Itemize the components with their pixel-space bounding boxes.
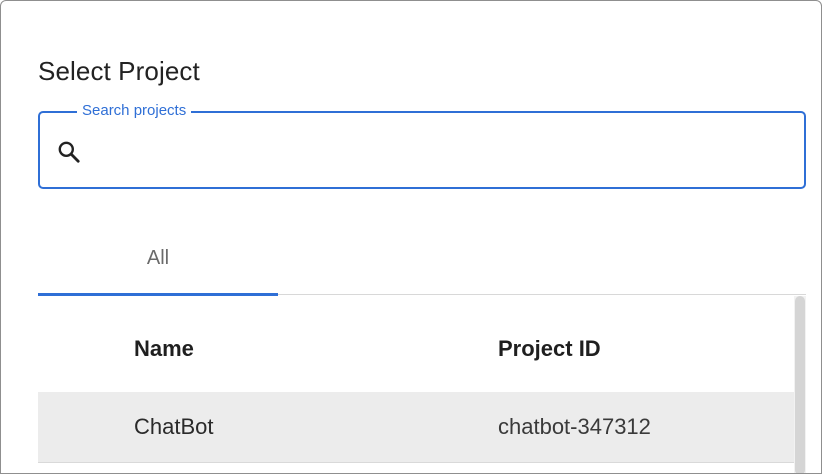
project-id-cell: chatbot-347312 <box>498 414 651 439</box>
dialog-title: Select Project <box>38 56 200 86</box>
projects-table: Name Project ID ChatBot chatbot-347312 <box>38 296 794 473</box>
search-input[interactable] <box>100 127 794 175</box>
project-tabs: All <box>38 225 806 296</box>
scrollbar-thumb[interactable] <box>795 296 805 473</box>
column-header-name[interactable]: Name <box>134 334 194 364</box>
select-project-dialog: Select Project Search projects All Name … <box>0 0 822 474</box>
column-header-project-id[interactable]: Project ID <box>498 334 601 364</box>
search-icon <box>56 139 82 165</box>
tab-all[interactable]: All <box>38 225 278 296</box>
search-field-label: Search projects <box>77 101 192 121</box>
table-header: Name Project ID <box>38 296 794 392</box>
project-name-cell: ChatBot <box>134 414 214 439</box>
tab-all-label: All <box>146 247 170 269</box>
row-divider <box>38 462 794 463</box>
table-row[interactable]: ChatBot chatbot-347312 <box>38 392 794 462</box>
search-field[interactable]: Search projects <box>38 101 806 189</box>
table-scrollbar[interactable] <box>794 296 806 473</box>
